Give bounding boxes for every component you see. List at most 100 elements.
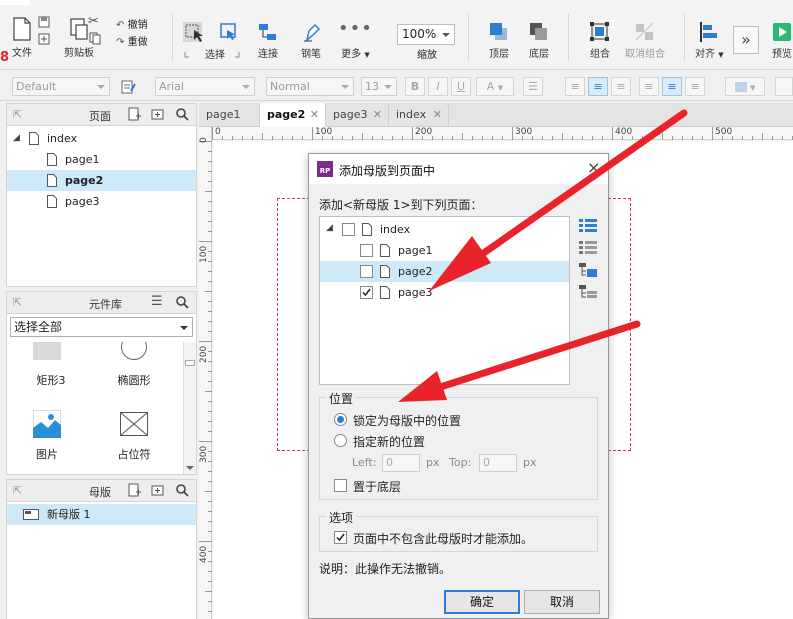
pen-button[interactable]: 钢笔 <box>300 22 322 60</box>
collapse-icon[interactable]: ⇱ <box>13 296 22 309</box>
add-folder-icon[interactable] <box>151 107 165 121</box>
search-icon[interactable] <box>175 107 189 121</box>
select-button[interactable]: 选择 <box>183 22 243 61</box>
library-select[interactable]: 选择全部 <box>10 317 193 337</box>
scroll-down-icon[interactable] <box>186 466 194 470</box>
align-center-button[interactable]: ≡ <box>588 77 608 96</box>
bold-button[interactable]: B <box>405 77 425 96</box>
undo-button[interactable]: ↶ 撤销 <box>116 16 148 31</box>
checklist-row[interactable]: page2 <box>320 261 569 282</box>
library-scrollbar[interactable] <box>183 342 196 474</box>
cancel-button[interactable]: 取消 <box>524 590 600 614</box>
zoom-select[interactable]: 100% <box>397 24 455 45</box>
weight-select[interactable]: Normal <box>266 77 354 96</box>
italic-button[interactable]: I <box>428 77 448 96</box>
search-icon[interactable] <box>175 295 189 309</box>
uncheck-children-icon[interactable] <box>579 284 597 300</box>
top-input[interactable]: 0 <box>479 454 517 472</box>
uncheck-all-icon[interactable] <box>579 240 597 256</box>
group-button[interactable]: 组合 <box>589 22 611 60</box>
page-icon <box>29 132 39 145</box>
master-item[interactable]: 新母版 1 <box>7 504 196 525</box>
bring-to-front-button[interactable]: 顶层 <box>488 22 510 60</box>
checkbox[interactable] <box>360 265 373 278</box>
tab-page2[interactable]: page2 ✕ <box>260 103 326 127</box>
vertical-ruler: 0 100 200 300 400 <box>199 127 212 619</box>
add-master-icon[interactable] <box>127 483 141 497</box>
search-icon[interactable] <box>175 483 189 497</box>
cut-icon[interactable]: ✂ <box>88 14 99 29</box>
check-children-icon[interactable] <box>579 262 597 278</box>
image-widget-icon[interactable] <box>33 410 61 438</box>
collapse-triangle-icon[interactable]: ◢ <box>326 223 333 233</box>
checkbox-checked[interactable] <box>360 286 373 299</box>
only-if-missing-checkbox[interactable] <box>334 531 347 544</box>
send-to-back-button[interactable]: 底层 <box>528 22 550 60</box>
new-position-radio[interactable] <box>334 434 347 447</box>
page-tree-item-page3[interactable]: page3 <box>7 191 196 212</box>
tab-page1[interactable]: page1 <box>199 103 260 127</box>
left-input[interactable]: 0 <box>382 454 420 472</box>
style-edit-icon[interactable] <box>121 79 137 94</box>
page-tree-item-page1[interactable]: page1 <box>7 149 196 170</box>
font-value: Arial <box>159 80 184 93</box>
redo-button[interactable]: ↷ 重做 <box>116 33 148 48</box>
align-button[interactable]: 对齐 ▼ <box>695 22 724 60</box>
scrollbar-thumb[interactable] <box>185 360 195 366</box>
bullet-list-button[interactable]: ☰ <box>523 77 543 96</box>
line-color-button[interactable] <box>775 77 793 96</box>
file-button[interactable]: 文件 <box>11 17 33 59</box>
page-tree-root[interactable]: ◢ index <box>7 128 196 149</box>
send-to-back-checkbox[interactable] <box>334 479 347 492</box>
masters-panel-title: 母版 <box>89 486 111 499</box>
align-right-button[interactable]: ≡ <box>611 77 631 96</box>
fill-color-button[interactable]: ▼ <box>725 77 765 96</box>
check-all-icon[interactable] <box>579 218 597 234</box>
page-tree-item-page2[interactable]: page2 <box>7 170 196 191</box>
copy-icon[interactable] <box>89 32 101 45</box>
close-icon[interactable]: ✕ <box>373 103 382 127</box>
page-tree-label: page1 <box>65 153 100 166</box>
font-size-select[interactable]: 13 <box>361 77 397 96</box>
checklist-row[interactable]: ◢ index <box>320 219 569 240</box>
ungroup-button[interactable]: 取消组合 <box>625 22 665 60</box>
menu-icon[interactable]: ☰ <box>151 294 163 309</box>
close-icon[interactable]: ✕ <box>433 103 442 127</box>
ok-button[interactable]: 确定 <box>444 590 520 614</box>
rectangle-widget-icon[interactable] <box>33 342 61 360</box>
checkbox[interactable] <box>360 244 373 257</box>
close-icon[interactable]: ✕ <box>310 103 319 127</box>
add-folder-icon[interactable] <box>151 483 165 497</box>
export-icon[interactable] <box>38 33 50 45</box>
checkbox[interactable] <box>342 223 355 236</box>
page-icon <box>362 223 372 236</box>
valign-top-button[interactable]: ≡ <box>639 77 659 96</box>
chevron-down-icon <box>384 85 392 89</box>
preview-button[interactable]: 预览 <box>771 22 793 60</box>
lock-position-radio[interactable] <box>334 413 347 426</box>
underline-button[interactable]: U <box>451 77 471 96</box>
font-select[interactable]: Arial <box>155 77 255 96</box>
collapse-icon[interactable]: ⇱ <box>13 484 22 497</box>
valign-bottom-button[interactable]: ≡ <box>685 77 705 96</box>
checklist-row[interactable]: page1 <box>320 240 569 261</box>
ruler-label: 100 <box>315 127 333 137</box>
more-tools-button[interactable]: » <box>733 26 759 54</box>
valign-middle-button[interactable]: ≡ <box>662 77 682 96</box>
save-icon[interactable] <box>38 16 50 28</box>
font-color-button[interactable]: A ▼ <box>476 77 514 96</box>
ellipse-widget-icon[interactable] <box>121 342 147 360</box>
connect-button[interactable]: 连接 <box>257 22 279 60</box>
collapse-triangle-icon[interactable]: ◢ <box>13 128 20 149</box>
style-select[interactable]: Default <box>12 77 110 96</box>
checklist-row[interactable]: page3 <box>320 282 569 303</box>
close-icon[interactable]: × <box>587 158 600 177</box>
tab-page3[interactable]: page3 ✕ <box>326 103 389 127</box>
add-page-icon[interactable] <box>127 107 141 121</box>
placeholder-widget-icon[interactable] <box>120 412 148 436</box>
more-button[interactable]: ••• 更多 ▼ <box>338 20 373 61</box>
tab-index[interactable]: index ✕ <box>389 103 449 127</box>
dialog-instruction: 添加<新母版 1>到下列页面： <box>319 198 483 212</box>
align-left-button[interactable]: ≡ <box>565 77 585 96</box>
collapse-icon[interactable]: ⇱ <box>13 108 22 121</box>
